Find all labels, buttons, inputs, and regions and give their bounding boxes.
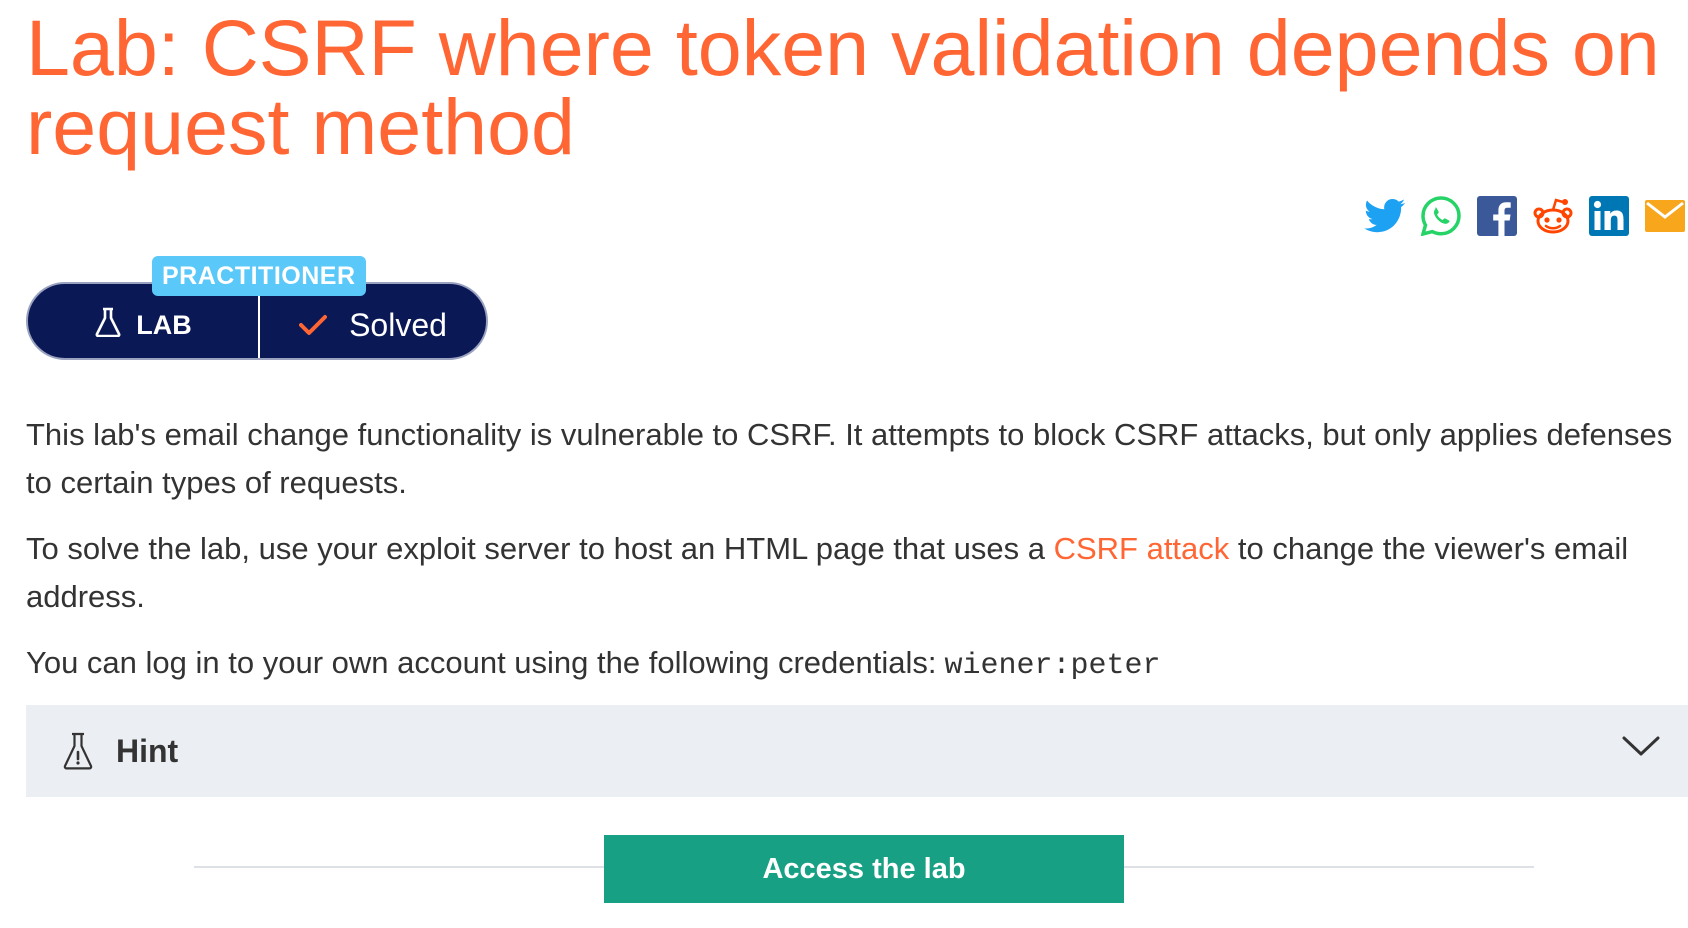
csrf-attack-link[interactable]: CSRF attack (1054, 531, 1230, 566)
description-paragraph: This lab's email change functionality is… (26, 417, 1673, 500)
linkedin-icon[interactable] (1588, 195, 1630, 237)
email-icon[interactable] (1644, 195, 1686, 237)
credentials-paragraph: You can log in to your own account using… (26, 639, 1676, 690)
lab-badge: PRACTITIONER LAB Solved (26, 256, 490, 362)
lab-status-label: Solved (349, 306, 447, 343)
checkmark-icon (299, 307, 328, 344)
level-tag: PRACTITIONER (152, 256, 366, 296)
twitter-icon[interactable] (1364, 195, 1406, 237)
credentials-value: wiener:peter (944, 649, 1161, 683)
hint-flask-icon (62, 731, 96, 771)
hint-label: Hint (116, 732, 179, 769)
facebook-icon[interactable] (1476, 195, 1518, 237)
lab-page: Lab: CSRF where token validation depends… (0, 0, 1688, 928)
flask-icon (94, 307, 122, 344)
chevron-down-icon[interactable] (1622, 735, 1660, 762)
share-bar (1364, 195, 1686, 237)
reddit-icon[interactable] (1532, 195, 1574, 237)
credentials-text: You can log in to your own account using… (26, 645, 937, 680)
lab-type-label: LAB (136, 309, 192, 340)
access-lab-button[interactable]: Access the lab (604, 835, 1124, 903)
hint-section[interactable]: Hint (26, 705, 1688, 797)
page-title: Lab: CSRF where token validation depends… (26, 3, 1660, 171)
instructions-text-start: To solve the lab, use your exploit serve… (26, 531, 1054, 566)
whatsapp-icon[interactable] (1420, 195, 1462, 237)
instructions-paragraph: To solve the lab, use your exploit serve… (26, 525, 1676, 621)
